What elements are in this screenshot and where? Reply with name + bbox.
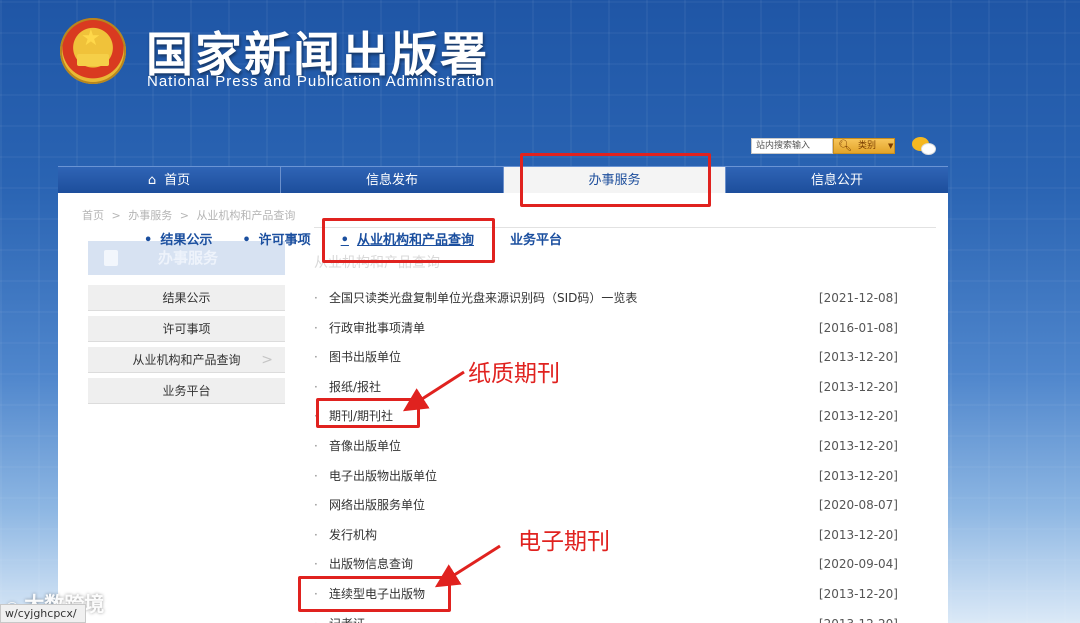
sidebar-item-business-platform[interactable]: 业务平台 [88, 378, 285, 404]
sidebar-item-results[interactable]: 结果公示 [88, 285, 285, 311]
list-item-date: [2020-08-07] [818, 498, 898, 513]
list-item[interactable]: · 全国只读类光盘复制单位光盘来源识别码（SID码）一览表 [2021-12-08] [314, 286, 898, 316]
list-item[interactable]: · 记者证 [2013-12-20] [314, 612, 898, 623]
nav-home[interactable]: ⌂ 首页 [58, 167, 281, 194]
breadcrumb-separator: > [179, 209, 189, 222]
list-item[interactable]: · 连续型电子出版物 [2013-12-20] [314, 582, 898, 612]
bullet: · [314, 468, 318, 483]
document-icon [104, 250, 118, 266]
annotation-e-journal: 电子期刊 [518, 529, 610, 555]
bullet: · [314, 498, 318, 513]
sidebar-item-label: 业务平台 [162, 384, 211, 398]
category-select[interactable]: 类别 [858, 139, 876, 153]
main-nav: ⌂ 首页 信息发布 办事服务 信息公开 [58, 166, 948, 194]
tab-business-platform[interactable]: 业务平台 [510, 229, 562, 248]
site-subtitle: National Press and Publication Administr… [147, 73, 495, 90]
bullet: · [314, 379, 318, 394]
list-item-title[interactable]: 发行机构 [329, 523, 377, 547]
bullet: · [314, 557, 318, 572]
sidebar-item-licensing[interactable]: 许可事项 [88, 316, 285, 342]
tab-institutions-products[interactable]: • 从业机构和产品查询 [341, 229, 474, 248]
breadcrumb-current: 从业机构和产品查询 [196, 209, 296, 222]
nav-info-public-label: 信息公开 [810, 173, 863, 188]
breadcrumb-separator: > [111, 209, 121, 222]
list-item-title[interactable]: 全国只读类光盘复制单位光盘来源识别码（SID码）一览表 [329, 286, 637, 310]
section-title: 从业机构和产品查询 [314, 255, 440, 271]
list-item-date: [2013-12-20] [818, 409, 898, 424]
bullet: · [314, 409, 318, 424]
sidebar-item-label: 许可事项 [162, 322, 211, 336]
national-emblem-icon[interactable]: ★ [60, 18, 126, 84]
list-item-date: [2013-12-20] [818, 438, 898, 453]
tab-label: 结果公示 [160, 233, 213, 248]
list-item[interactable]: · 音像出版单位 [2013-12-20] [314, 434, 898, 464]
list-item-title[interactable]: 音像出版单位 [329, 434, 401, 458]
sidebar-menu: 结果公示 许可事项 从业机构和产品查询 > 业务平台 [88, 285, 285, 409]
list-item-date: [2013-12-20] [818, 527, 898, 542]
list-item-title[interactable]: 行政审批事项清单 [329, 316, 425, 340]
bullet: · [314, 527, 318, 542]
list-item[interactable]: · 网络出版服务单位 [2020-08-07] [314, 493, 898, 523]
nav-info-release[interactable]: 信息发布 [281, 167, 504, 194]
content-panel: 首页 > 办事服务 > 从业机构和产品查询 办事服务 从业机构和产品查询 • 结果… [58, 193, 948, 623]
sidebar-item-institutions-products[interactable]: 从业机构和产品查询 > [88, 347, 285, 373]
bullet: · [314, 291, 318, 305]
tab-label: 业务平台 [509, 233, 562, 248]
sub-tabs: • 结果公示 • 许可事项 • 从业机构和产品查询 业务平台 [144, 229, 592, 248]
bullet: · [314, 586, 318, 601]
tab-label: 从业机构和产品查询 [356, 233, 474, 248]
breadcrumb-home[interactable]: 首页 [82, 209, 104, 222]
tab-results[interactable]: • 结果公示 [144, 229, 212, 248]
list-item-date: [2013-12-20] [818, 350, 898, 365]
search-button[interactable]: 🔍︎ 类别 ▼ [833, 138, 895, 154]
list-item-title[interactable]: 记者证 [329, 612, 365, 623]
nav-info-public[interactable]: 信息公开 [726, 167, 948, 194]
list-item-title[interactable]: 连续型电子出版物 [329, 582, 425, 606]
bullet: · [314, 350, 318, 365]
query-list: · 全国只读类光盘复制单位光盘来源识别码（SID码）一览表 [2021-12-08]… [314, 286, 898, 623]
list-item[interactable]: · 行政审批事项清单 [2016-01-08] [314, 316, 898, 346]
list-item-title[interactable]: 期刊/期刊社 [329, 404, 393, 428]
tab-licensing[interactable]: • 许可事项 [242, 229, 310, 248]
list-item-date: [2013-12-20] [819, 612, 898, 623]
home-icon: ⌂ [147, 173, 157, 188]
list-item[interactable]: · 出版物信息查询 [2020-09-04] [314, 552, 898, 582]
tab-label: 许可事项 [258, 233, 311, 248]
nav-services[interactable]: 办事服务 [504, 167, 726, 194]
site-header: ★ 国家新闻出版署 National Press and Publication… [0, 0, 1080, 155]
list-item-date: [2013-12-20] [818, 468, 898, 483]
breadcrumb-services[interactable]: 办事服务 [128, 209, 172, 222]
bullet: · [314, 320, 318, 335]
list-item-title[interactable]: 报纸/报社 [329, 375, 381, 399]
sidebar-item-label: 从业机构和产品查询 [132, 353, 241, 367]
list-item-date: [2016-01-08] [818, 320, 898, 335]
list-item[interactable]: · 电子出版物出版单位 [2013-12-20] [314, 464, 898, 494]
breadcrumb: 首页 > 办事服务 > 从业机构和产品查询 [82, 207, 299, 223]
nav-info-release-label: 信息发布 [365, 173, 418, 188]
nav-home-label: 首页 [164, 173, 191, 188]
list-item-title[interactable]: 网络出版服务单位 [329, 493, 425, 517]
list-item-date: [2013-12-20] [818, 586, 898, 601]
divider [314, 227, 936, 228]
bullet: · [314, 438, 318, 453]
annotation-print-journal: 纸质期刊 [468, 361, 560, 387]
list-item-date: [2021-12-08] [818, 291, 898, 305]
search-icon: 🔍︎ [838, 139, 852, 152]
list-item-title[interactable]: 电子出版物出版单位 [329, 464, 437, 488]
sidebar-item-label: 结果公示 [162, 291, 211, 305]
nav-services-label: 办事服务 [588, 173, 641, 188]
search-input[interactable]: 站内搜索输入 [751, 138, 833, 154]
list-item-title[interactable]: 出版物信息查询 [329, 552, 413, 576]
bullet: · [314, 612, 318, 623]
list-item-title[interactable]: 图书出版单位 [329, 345, 401, 369]
chevron-down-icon: ▼ [888, 142, 894, 150]
list-item[interactable]: · 图书出版单位 [2013-12-20] [314, 345, 898, 375]
list-item-date: [2020-09-04] [818, 557, 898, 572]
list-item-date: [2013-12-20] [818, 379, 898, 394]
status-bar-url: w/cyjghcpcx/ [0, 604, 86, 623]
list-item[interactable]: · 报纸/报社 [2013-12-20] [314, 375, 898, 405]
list-item[interactable]: · 期刊/期刊社 [2013-12-20] [314, 404, 898, 434]
chevron-right-icon: > [261, 352, 273, 368]
wechat-icon[interactable] [912, 137, 936, 157]
